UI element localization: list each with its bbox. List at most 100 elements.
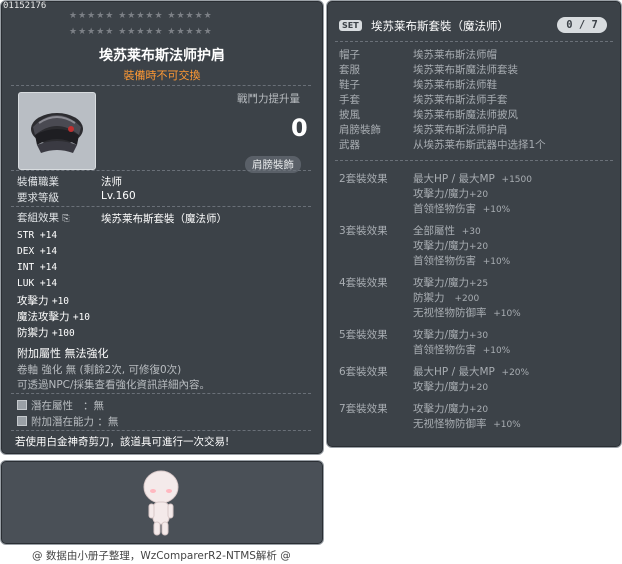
set-piece-name: 埃苏莱布斯法师帽 (413, 49, 497, 61)
effect-value: +20 (469, 190, 489, 200)
stat-label: LUK (17, 278, 35, 289)
bonus-potential-value: ：無 (97, 416, 119, 428)
divider (11, 393, 311, 394)
scroll-info: 卷軸 強化 無 (剩餘2次, 可修復0次) (17, 364, 182, 376)
divider (11, 85, 311, 86)
stat-value: +14 (39, 262, 58, 273)
effect-value: +25 (469, 279, 489, 289)
set-piece-slot: 鞋子 (339, 79, 360, 91)
stat-value: +10 (72, 312, 91, 323)
set-effect-line: 无视怪物防御率 +10% (413, 416, 521, 431)
divider (335, 160, 613, 161)
effect-value: +20 (469, 405, 489, 415)
effect-label: 攻擊力/魔力 (413, 329, 470, 341)
set-effect-heading: 4套裝效果 (339, 277, 388, 289)
set-effect-label-text: 套組效果 (17, 212, 59, 224)
effect-label: 攻擊力/魔力 (413, 240, 470, 252)
character-avatar (143, 470, 179, 536)
set-effect-line: 攻擊力/魔力+20 (413, 379, 488, 394)
stat-dex: DEX +14 (17, 246, 57, 257)
set-effect-line: 全部屬性 +30 (413, 223, 481, 238)
effect-value: +30 (469, 331, 489, 341)
stat-label: 魔法攻擊力 (17, 311, 70, 323)
set-piece-name: 埃苏莱布斯魔法师套装 (413, 64, 518, 76)
checkbox-icon (17, 400, 27, 410)
effect-label: 首领怪物伤害 (413, 255, 476, 267)
effect-label: 最大HP / 最大MP (413, 173, 495, 185)
stat-value: +100 (51, 328, 75, 339)
set-effect-line: 攻擊力/魔力+20 (413, 186, 488, 201)
effect-value: +30 (461, 227, 481, 237)
potential-label: 潛在屬性 (31, 400, 73, 412)
effect-value: +20% (501, 368, 530, 378)
footer-credit: @ 数据由小册子整理，WzComparerR2-NTMS解析 @ (32, 550, 291, 562)
stat-magic-attack: 魔法攻擊力 +10 (17, 309, 90, 324)
set-effect-line: 攻擊力/魔力+25 (413, 275, 488, 290)
set-effect-heading: 5套裝效果 (339, 329, 388, 341)
effect-label: 攻擊力/魔力 (413, 403, 470, 415)
stat-value: +14 (39, 246, 58, 257)
item-tooltip-panel: 01152176 ★★★★★ ★★★★★ ★★★★★ ★★★★★ ★★★★★ ★… (0, 0, 324, 455)
bonus-potential-row: 附加潛在能力 ：無 (17, 414, 118, 429)
link-icon: ⎘ (62, 214, 70, 224)
effect-label: 攻擊力/魔力 (413, 381, 470, 393)
set-effect-line: 防禦力 +200 (413, 290, 479, 305)
set-effect-heading: 3套裝效果 (339, 225, 388, 237)
level-label: 要求等級 (17, 192, 59, 204)
job-value: 法师 (101, 176, 122, 188)
set-title: 埃苏莱布斯套裝（魔法师） (371, 19, 509, 33)
set-effect-heading: 6套裝效果 (339, 366, 388, 378)
effect-label: 攻擊力/魔力 (413, 277, 470, 289)
stat-value: +14 (39, 230, 58, 241)
item-name: 埃苏莱布斯法师护肩 (99, 48, 225, 64)
effect-label: 攻擊力/魔力 (413, 188, 470, 200)
stat-str: STR +14 (17, 230, 57, 241)
set-piece-slot: 肩膀裝飾 (339, 124, 381, 136)
set-piece-slot: 套服 (339, 64, 360, 76)
set-piece-name: 从埃苏莱布斯武器中选择1个 (413, 139, 546, 151)
bonus-potential-label: 附加潛在能力 (31, 416, 94, 428)
divider (335, 41, 613, 42)
stat-label: 攻擊力 (17, 295, 49, 307)
effect-value: +20 (469, 242, 489, 252)
set-effect-value: 埃苏莱布斯套裝（魔法师） (101, 213, 227, 225)
stat-attack: 攻擊力 +10 (17, 293, 69, 308)
set-effect-line: 首领怪物伤害 +10% (413, 342, 510, 357)
power-value: 0 (291, 114, 308, 142)
effect-value: +200 (454, 294, 480, 304)
set-effect-line: 首领怪物伤害 +10% (413, 253, 510, 268)
stat-label: INT (17, 262, 35, 273)
effect-label: 防禦力 (413, 292, 445, 304)
power-label: 戰鬥力提升量 (237, 93, 300, 105)
effect-value: +1500 (501, 175, 532, 185)
effect-value: +10% (482, 205, 511, 215)
effect-label: 无视怪物防御率 (413, 307, 487, 319)
item-icon-frame (18, 92, 96, 170)
stat-label: STR (17, 230, 35, 241)
set-effect-line: 最大HP / 最大MP +1500 (413, 171, 532, 186)
set-count-badge: 0 / 7 (557, 17, 607, 33)
set-piece-name: 埃苏莱布斯法师手套 (413, 94, 508, 106)
scissors-notice: 若使用白金神奇剪刀，該道具可進行一次交易! (15, 436, 230, 448)
effect-value: +10% (493, 309, 521, 319)
set-effect-line: 攻擊力/魔力+30 (413, 327, 488, 342)
potential-row: 潛在屬性 ：無 (17, 398, 104, 413)
set-effect-heading: 7套裝效果 (339, 403, 388, 415)
effect-label: 无视怪物防御率 (413, 418, 487, 430)
trade-restriction: 裝備時不可交換 (123, 69, 201, 82)
set-effect-line: 无视怪物防御率 +10% (413, 305, 521, 320)
stat-label: 防禦力 (17, 327, 49, 339)
job-label: 裝備職業 (17, 176, 59, 188)
set-piece-slot: 披風 (339, 109, 360, 121)
set-effect-line: 最大HP / 最大MP +20% (413, 364, 529, 379)
divider (11, 170, 311, 171)
star-icon-row-2: ★★★★★ ★★★★★ ★★★★★ (69, 27, 213, 37)
item-id: 01152176 (3, 1, 47, 11)
potential-value: ：無 (83, 400, 105, 412)
extra-attribute: 附加屬性 無法強化 (17, 347, 109, 360)
divider (11, 206, 311, 207)
checkbox-icon (17, 416, 27, 426)
effect-value: +20 (469, 383, 489, 393)
effect-label: 全部屬性 (413, 225, 455, 237)
effect-label: 首领怪物伤害 (413, 203, 476, 215)
